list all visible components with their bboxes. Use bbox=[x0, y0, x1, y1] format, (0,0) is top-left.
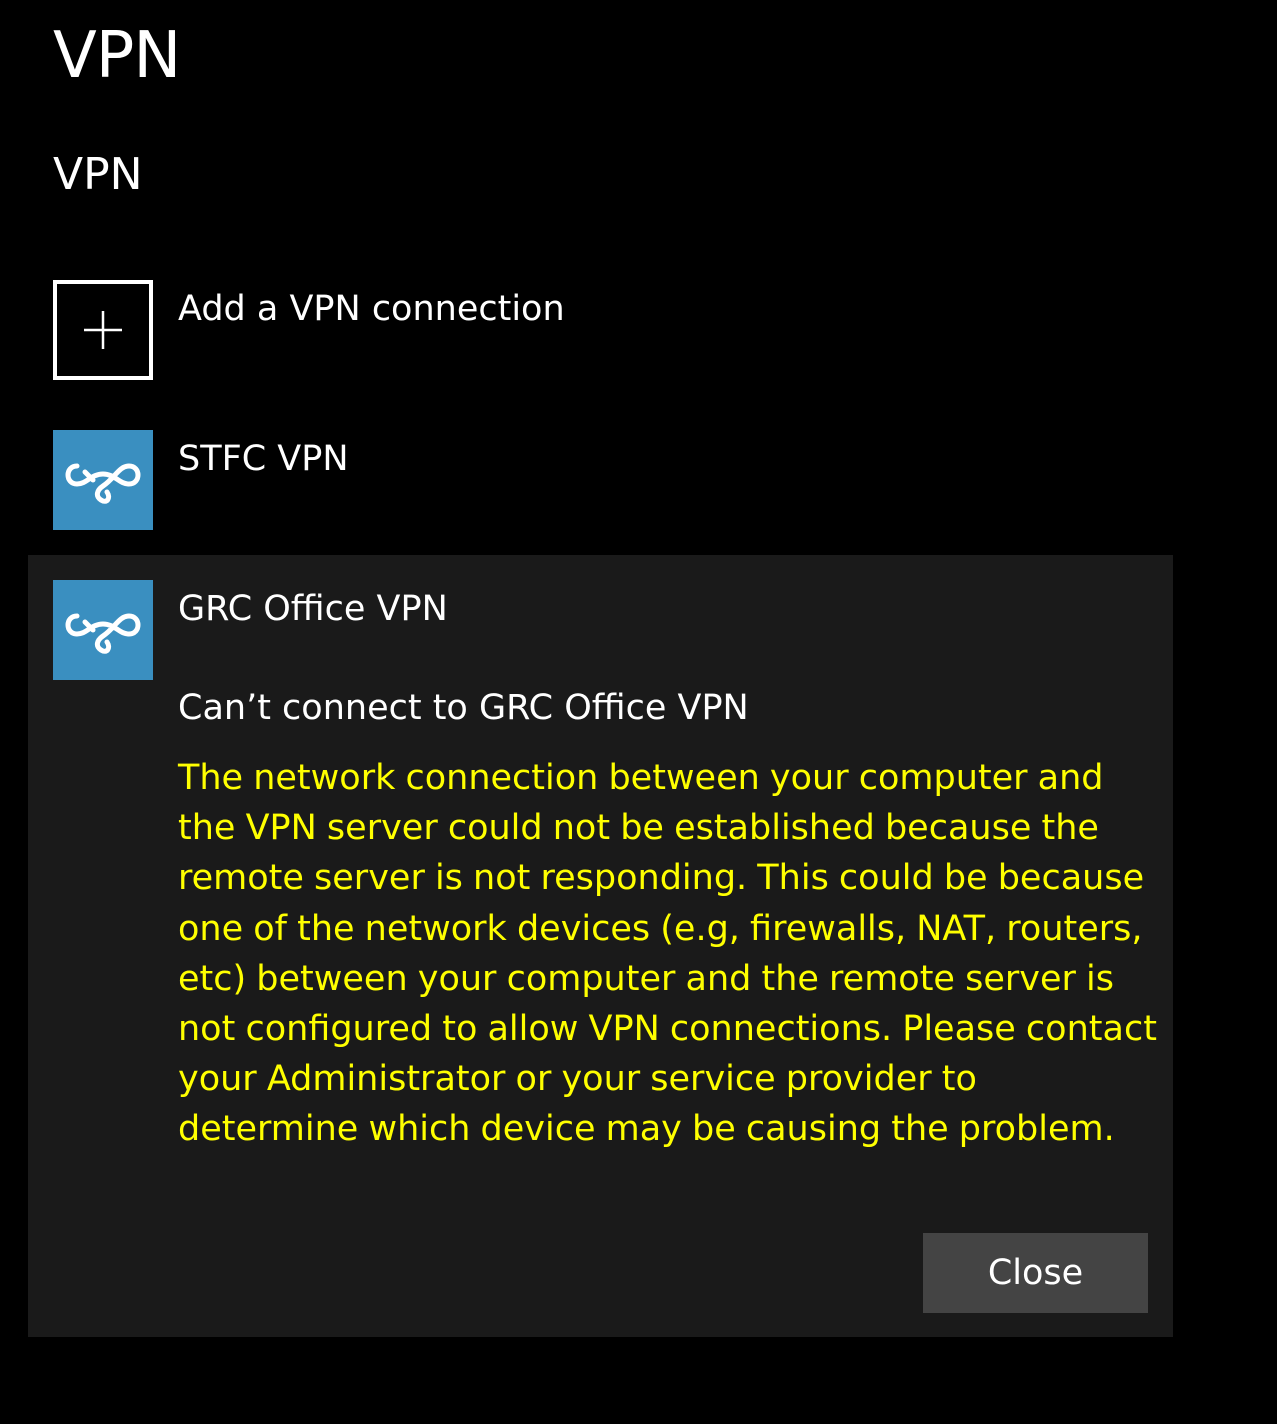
close-button[interactable]: Close bbox=[923, 1233, 1148, 1313]
vpn-connection-name: STFC VPN bbox=[178, 439, 349, 479]
add-vpn-connection-label: Add a VPN connection bbox=[178, 289, 565, 329]
section-title: VPN bbox=[53, 149, 143, 200]
vpn-connection-stfc[interactable]: STFC VPN bbox=[0, 420, 1173, 540]
plus-icon bbox=[53, 280, 153, 380]
vpn-icon bbox=[53, 580, 153, 680]
vpn-settings-page: VPN VPN Add a VPN connection STFC VPN GR… bbox=[0, 0, 1277, 1424]
error-title: Can’t connect to GRC Office VPN bbox=[178, 688, 749, 728]
error-message: The network connection between your comp… bbox=[178, 758, 1157, 1150]
vpn-connection-name: GRC Office VPN bbox=[178, 589, 448, 629]
add-vpn-connection-button[interactable]: Add a VPN connection bbox=[0, 270, 1173, 390]
page-title: VPN bbox=[53, 19, 181, 93]
vpn-icon bbox=[53, 430, 153, 530]
